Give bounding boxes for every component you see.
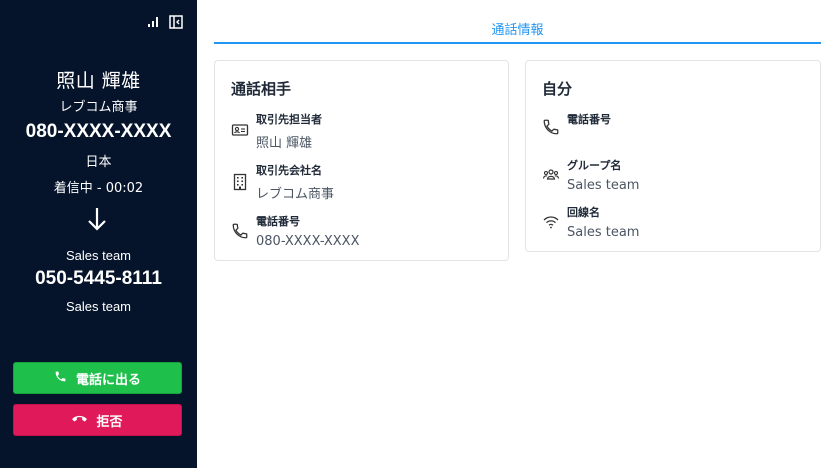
arrow-down-icon	[85, 205, 109, 237]
tab-call-info[interactable]: 通話情報	[214, 14, 821, 42]
field-value: 080-XXXX-XXXX	[256, 234, 360, 249]
field-value: Sales team	[567, 178, 640, 193]
phone-icon	[54, 370, 67, 387]
group-icon	[542, 166, 560, 184]
answer-call-button[interactable]: 電話に出る	[13, 362, 182, 394]
tab-bar: 通話情報	[214, 14, 821, 44]
caller-number: 080-XXXX-XXXX	[25, 121, 172, 142]
card-title: 通話相手	[231, 80, 292, 98]
field-value: レブコム商事	[256, 187, 335, 202]
tab-active-indicator	[214, 42, 821, 44]
line-number: 050-5445-8111	[35, 268, 162, 289]
field-label: 取引先会社名	[256, 164, 322, 177]
phone-icon	[542, 118, 560, 136]
phone-icon	[231, 222, 249, 240]
field-value: Sales team	[567, 225, 640, 240]
field-label: 電話番号	[567, 113, 611, 126]
caller-name: 照山 輝雄	[56, 70, 141, 92]
reject-call-label: 拒否	[96, 414, 123, 430]
line-team: Sales team	[65, 248, 132, 263]
building-icon	[231, 173, 249, 191]
caller-country: 日本	[85, 155, 112, 170]
field-label: 回線名	[567, 206, 600, 219]
call-status: 着信中 - 00:02	[53, 181, 144, 196]
self-card: 自分 電話番号 グループ名 Sales team 回線名 Sales team	[525, 60, 821, 252]
answer-call-label: 電話に出る	[75, 372, 141, 388]
call-partner-card: 通話相手 取引先担当者 照山 輝雄 取引先会社名 レブコム商事 電話番号 080…	[214, 60, 509, 261]
signal-icon	[147, 16, 159, 28]
hang-up-icon	[72, 413, 88, 428]
field-value: 照山 輝雄	[256, 136, 313, 151]
field-label: グループ名	[567, 159, 622, 172]
sidebar-toolbar	[147, 15, 183, 29]
caller-company: レブコム商事	[59, 100, 138, 115]
field-label: 取引先担当者	[256, 113, 322, 126]
line-team-secondary: Sales team	[65, 299, 132, 314]
call-sidebar: 照山 輝雄 レブコム商事 080-XXXX-XXXX 日本 着信中 - 00:0…	[0, 0, 197, 468]
contact-card-icon	[231, 121, 249, 139]
reject-call-button[interactable]: 拒否	[13, 404, 182, 436]
card-title: 自分	[542, 80, 573, 98]
field-label: 電話番号	[256, 215, 300, 228]
wifi-icon	[542, 213, 560, 231]
collapse-panel-icon[interactable]	[169, 15, 183, 29]
